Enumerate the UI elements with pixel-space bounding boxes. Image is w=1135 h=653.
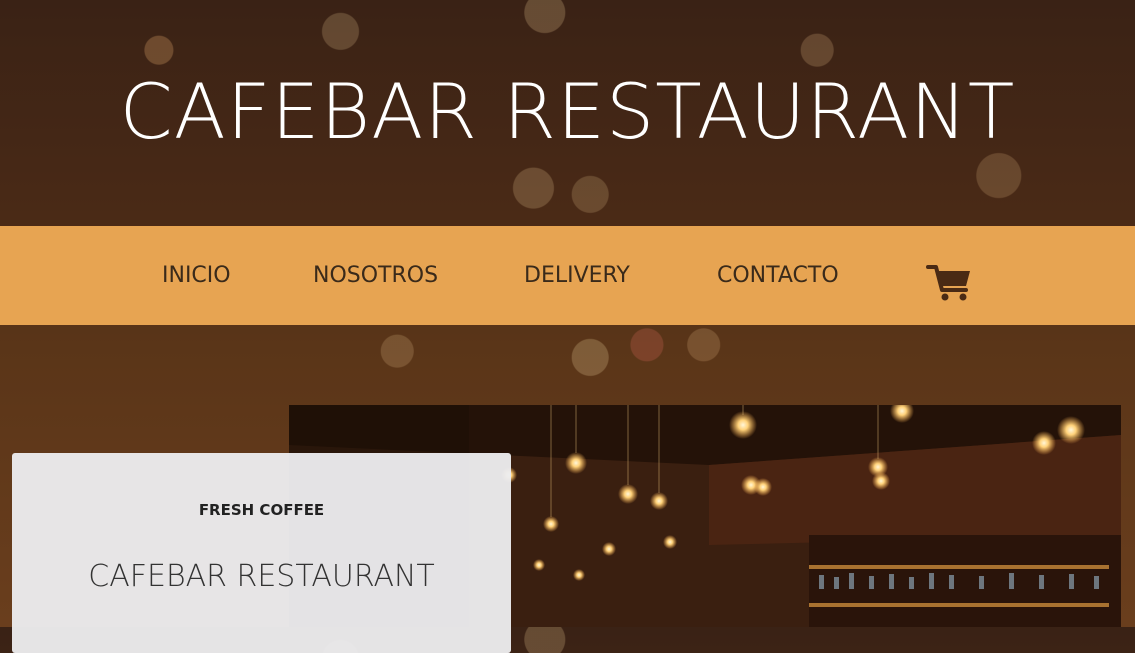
nav-link-inicio[interactable]: INICIO [162, 262, 231, 290]
nav-link-contacto[interactable]: CONTACTO [717, 262, 839, 290]
card-eyebrow: FRESH COFFEE [198, 501, 325, 519]
nav-link-delivery[interactable]: DELIVERY [524, 262, 630, 290]
nav-link-nosotros[interactable]: NOSOTROS [313, 262, 438, 290]
cart-button[interactable] [926, 262, 974, 302]
site-title: CAFEBAR RESTAURANT [119, 67, 1016, 156]
card-title: CAFEBAR RESTAURANT [88, 559, 435, 594]
shopping-cart-icon [926, 265, 970, 301]
intro-card [12, 453, 511, 653]
